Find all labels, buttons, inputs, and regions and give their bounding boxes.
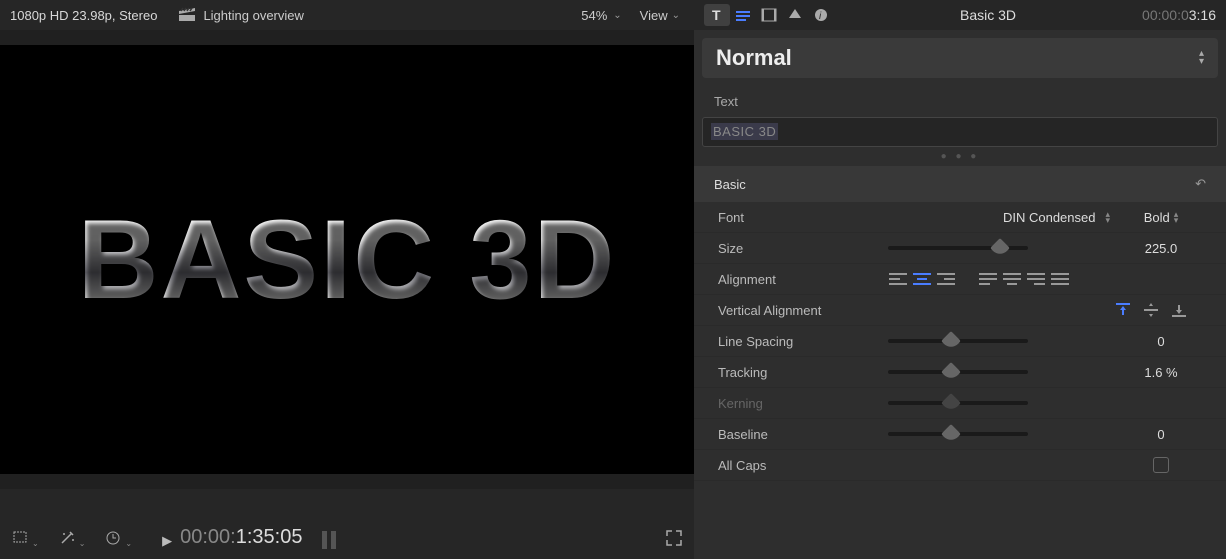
- view-menu[interactable]: View: [640, 8, 668, 23]
- svg-text:T: T: [712, 8, 721, 22]
- zoom-chevron-icon[interactable]: ⌄: [613, 10, 621, 21]
- basic-group-header[interactable]: Basic ↶: [694, 166, 1226, 202]
- valign-row: Vertical Alignment: [694, 295, 1226, 326]
- line-spacing-slider[interactable]: [888, 339, 1028, 343]
- align-justify-left-icon[interactable]: [978, 271, 998, 287]
- dropdown-chevron-icon: ▴▾: [1199, 50, 1204, 66]
- tracking-slider[interactable]: [888, 370, 1028, 374]
- align-left-icon[interactable]: [888, 271, 908, 287]
- font-weight-select[interactable]: Bold: [1144, 210, 1170, 225]
- font-family-select[interactable]: DIN Condensed: [1003, 210, 1096, 225]
- fullscreen-icon[interactable]: [666, 530, 682, 549]
- viewer-panel: 1080p HD 23.98p, Stereo Lighting overvie…: [0, 0, 694, 559]
- enhance-tool-icon[interactable]: ⌄: [59, 530, 86, 549]
- view-chevron-icon[interactable]: ⌄: [672, 10, 680, 21]
- reset-icon[interactable]: ↶: [1195, 176, 1206, 192]
- valign-middle-icon[interactable]: [1144, 301, 1158, 320]
- kerning-label: Kerning: [718, 396, 888, 411]
- valign-label: Vertical Alignment: [718, 303, 888, 318]
- viewer-footer: ⌄ ⌄ ⌄ ▶ 00:00:1:35:05: [0, 489, 694, 559]
- all-caps-checkbox[interactable]: [1153, 457, 1169, 473]
- line-spacing-label: Line Spacing: [718, 334, 888, 349]
- text-content-value: BASIC 3D: [711, 123, 778, 140]
- alignment-row: Alignment: [694, 264, 1226, 295]
- canvas-3d-text[interactable]: BASIC 3D: [78, 195, 617, 324]
- tracking-row: Tracking 1.6 %: [694, 357, 1226, 388]
- valign-top-icon[interactable]: [1116, 301, 1130, 320]
- text-section-label: Text: [694, 78, 1226, 117]
- text-style-dropdown[interactable]: Normal ▴▾: [702, 38, 1218, 78]
- chevron-icon[interactable]: ▴▾: [1174, 211, 1179, 223]
- clapperboard-icon: [179, 7, 195, 24]
- line-spacing-row: Line Spacing 0: [694, 326, 1226, 357]
- zoom-value[interactable]: 54%: [581, 8, 607, 23]
- size-slider[interactable]: [888, 246, 1028, 250]
- alignment-label: Alignment: [718, 272, 888, 287]
- baseline-slider[interactable]: [888, 432, 1028, 436]
- baseline-row: Baseline 0: [694, 419, 1226, 450]
- valign-bottom-icon[interactable]: [1172, 301, 1186, 320]
- inspector-title: Basic 3D: [834, 7, 1142, 23]
- text-style-value: Normal: [716, 45, 792, 71]
- chevron-icon[interactable]: ▴▾: [1105, 211, 1110, 223]
- all-caps-label: All Caps: [718, 458, 888, 473]
- title-inspector-tab[interactable]: [730, 4, 756, 26]
- all-caps-row: All Caps: [694, 450, 1226, 481]
- font-row: Font DIN Condensed ▴▾ Bold ▴▾: [694, 202, 1226, 233]
- crop-tool-icon[interactable]: ⌄: [12, 530, 39, 549]
- timecode-main: 1:35:05: [236, 526, 303, 548]
- inspector-header: T i Basic 3D 00:00:03:16: [694, 0, 1226, 30]
- audio-meter-icon: [322, 531, 336, 549]
- generator-inspector-tab[interactable]: [782, 4, 808, 26]
- text-inspector-tab[interactable]: T: [704, 4, 730, 26]
- size-value[interactable]: 225.0: [1116, 241, 1206, 256]
- play-button-icon[interactable]: ▶: [162, 533, 172, 549]
- kerning-row: Kerning: [694, 388, 1226, 419]
- align-justify-right-icon[interactable]: [1026, 271, 1046, 287]
- format-info: 1080p HD 23.98p, Stereo: [10, 8, 157, 23]
- clip-title[interactable]: Lighting overview: [203, 8, 581, 23]
- kerning-slider: [888, 401, 1028, 405]
- viewer-timecode[interactable]: 00:00:1:35:05: [180, 524, 302, 549]
- size-row: Size 225.0: [694, 233, 1226, 264]
- text-content-input[interactable]: BASIC 3D: [702, 117, 1218, 147]
- align-right-icon[interactable]: [936, 271, 956, 287]
- align-justify-center-icon[interactable]: [1002, 271, 1022, 287]
- inspector-timecode: 00:00:03:16: [1142, 7, 1216, 24]
- info-inspector-tab[interactable]: i: [808, 4, 834, 26]
- tracking-value[interactable]: 1.6 %: [1116, 365, 1206, 380]
- viewer-canvas[interactable]: BASIC 3D: [0, 45, 694, 474]
- viewer-header: 1080p HD 23.98p, Stereo Lighting overvie…: [0, 0, 694, 30]
- baseline-label: Baseline: [718, 427, 888, 442]
- tracking-label: Tracking: [718, 365, 888, 380]
- group-title: Basic: [714, 177, 746, 192]
- timecode-dim: 00:00:: [180, 526, 236, 548]
- inspector-panel: T i Basic 3D 00:00:03:16 Normal ▴▾ Text …: [694, 0, 1226, 559]
- size-label: Size: [718, 241, 888, 256]
- retime-tool-icon[interactable]: ⌄: [105, 530, 132, 549]
- line-spacing-value[interactable]: 0: [1116, 334, 1206, 349]
- align-center-icon[interactable]: [912, 271, 932, 287]
- font-label: Font: [718, 210, 888, 225]
- resize-handle-icon[interactable]: ● ● ●: [694, 147, 1226, 166]
- baseline-value[interactable]: 0: [1116, 427, 1206, 442]
- video-inspector-tab[interactable]: [756, 4, 782, 26]
- align-justify-all-icon[interactable]: [1050, 271, 1070, 287]
